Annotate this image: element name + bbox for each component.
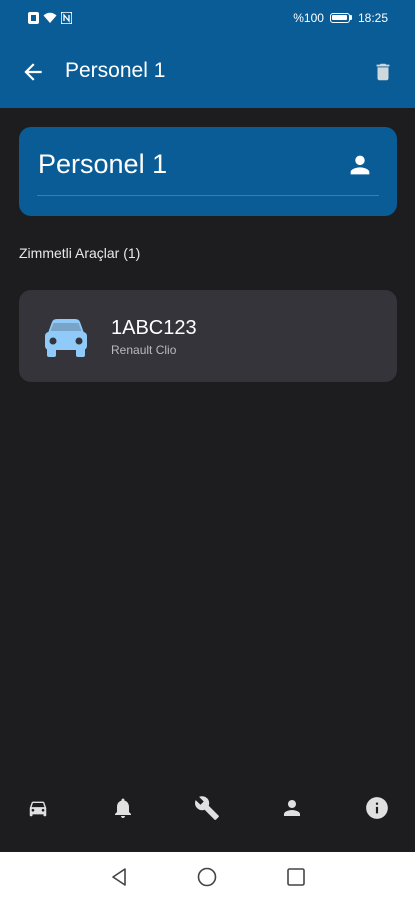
nav-personnel[interactable]	[278, 794, 306, 822]
wrench-icon	[195, 796, 219, 820]
app-bar-title: Personel 1	[65, 59, 166, 82]
status-icons-right: %100 18:25	[293, 11, 388, 25]
car-icon	[29, 801, 47, 817]
bottom-navigation	[0, 760, 415, 852]
car-icon	[45, 319, 87, 357]
vehicle-model: Renault Clio	[111, 343, 177, 357]
nav-maintenance[interactable]	[193, 794, 221, 822]
wifi-icon	[43, 12, 57, 23]
name-underline	[37, 195, 379, 196]
nav-info[interactable]	[363, 794, 391, 822]
nfc-icon	[61, 11, 72, 24]
info-icon	[366, 797, 388, 819]
person-icon	[284, 800, 300, 816]
vehicle-list-item[interactable]: 1ABC123 Renault Clio	[19, 290, 397, 382]
system-home-icon[interactable]	[196, 866, 218, 888]
assigned-vehicles-title: Zimmetli Araçlar (1)	[19, 245, 141, 261]
nav-notifications[interactable]	[109, 794, 137, 822]
system-navigation-bar	[0, 852, 415, 900]
notification-icon	[28, 11, 39, 24]
battery-percent: %100	[293, 10, 324, 25]
battery-tip	[349, 15, 352, 20]
system-recents-icon[interactable]	[285, 866, 307, 888]
person-name: Personel 1	[38, 149, 168, 179]
battery-icon	[329, 12, 350, 23]
clock: 18:25	[357, 10, 388, 25]
person-name-card: Personel 1	[19, 127, 397, 216]
bell-icon	[115, 798, 131, 818]
person-icon	[350, 155, 370, 175]
nav-vehicles[interactable]	[24, 794, 52, 822]
status-bar: %100 18:25	[0, 0, 415, 35]
vehicle-plate: 1ABC123	[111, 317, 197, 339]
trash-icon[interactable]	[372, 59, 394, 85]
system-back-icon[interactable]	[108, 866, 130, 888]
app-bar: Personel 1	[0, 35, 415, 108]
status-icons-left	[28, 11, 72, 24]
back-arrow-icon[interactable]	[20, 59, 46, 85]
